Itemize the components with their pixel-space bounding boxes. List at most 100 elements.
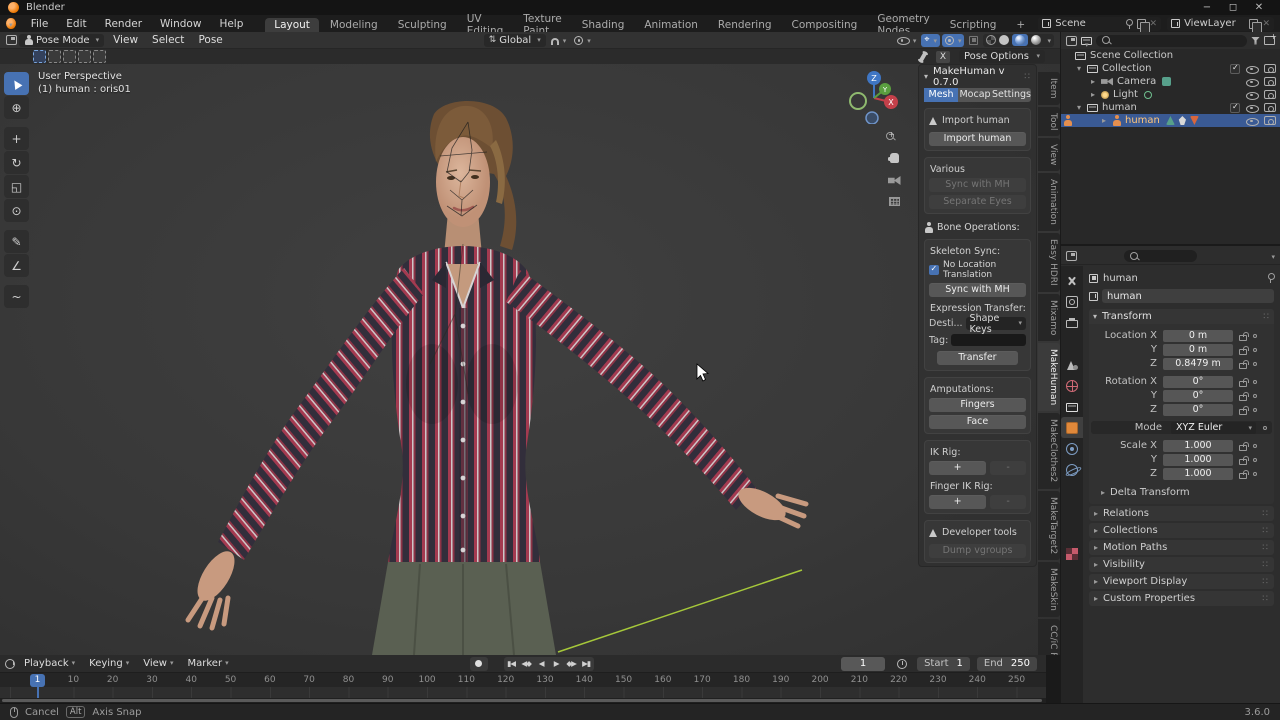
animate-dot-icon[interactable]	[1263, 425, 1267, 430]
transform-value-field[interactable]: 1.000	[1163, 439, 1233, 452]
outliner-item-label[interactable]: human	[1125, 115, 1160, 126]
properties-tab[interactable]	[1061, 270, 1083, 291]
dump-vgroups-button[interactable]: Dump vgroups	[929, 544, 1026, 558]
animate-dot-icon[interactable]	[1253, 457, 1257, 462]
tool-button[interactable]: ∠	[4, 254, 29, 277]
show-gizmo-toggle[interactable]: ⌖	[921, 33, 940, 47]
select-mode-button[interactable]	[63, 50, 76, 63]
timeline-menu-item[interactable]: Marker	[181, 658, 236, 669]
menu-item[interactable]: Render	[96, 17, 151, 31]
lock-slot[interactable]	[1237, 469, 1249, 479]
tag-input[interactable]	[951, 334, 1026, 346]
auto-keying-record-button[interactable]	[469, 656, 488, 671]
collapsed-section[interactable]: Collections ∷	[1089, 523, 1274, 538]
hide-viewport-eye-icon[interactable]	[1246, 116, 1259, 126]
viewport-canvas[interactable]	[0, 64, 1037, 655]
animate-dot-icon[interactable]	[1253, 347, 1257, 352]
lock-slot[interactable]	[1237, 405, 1249, 415]
sidebar-tab[interactable]: Easy HDRI	[1038, 233, 1060, 292]
outliner-row[interactable]: ▾ human	[1061, 101, 1280, 114]
outliner-row[interactable]: ▸ human	[1061, 114, 1280, 127]
properties-tab[interactable]	[1061, 375, 1083, 396]
collapsed-section[interactable]: Motion Paths ∷	[1089, 540, 1274, 555]
properties-tab[interactable]	[1061, 396, 1083, 417]
playhead-line[interactable]	[37, 687, 39, 698]
sync-with-mh-button-disabled[interactable]: Sync with MH	[929, 178, 1026, 192]
solid-shading-icon[interactable]	[999, 35, 1010, 45]
properties-tab[interactable]	[1061, 354, 1083, 375]
outliner-search-input[interactable]	[1115, 35, 1241, 46]
animate-dot-icon[interactable]	[1253, 407, 1257, 412]
delta-transform-section[interactable]: Delta Transform	[1101, 487, 1272, 498]
expand-icon[interactable]: ▸	[1102, 116, 1112, 125]
outliner-item-label[interactable]: human	[1102, 102, 1137, 113]
preview-range-stopwatch-icon[interactable]	[897, 658, 908, 669]
hide-viewport-eye-icon[interactable]	[1246, 90, 1259, 100]
pose-options-dropdown[interactable]: Pose Options	[959, 50, 1045, 63]
material-preview-active[interactable]	[1012, 34, 1029, 46]
xray-toggle[interactable]	[966, 34, 981, 47]
window-close-button[interactable]: ✕	[1246, 2, 1272, 13]
transfer-button[interactable]: Transfer	[937, 351, 1018, 365]
show-overlays-toggle[interactable]	[941, 33, 965, 47]
lock-slot[interactable]	[1237, 391, 1249, 401]
frame-start-field[interactable]: Start 1	[917, 656, 970, 671]
transport-button[interactable]: ▶▮	[579, 659, 594, 668]
fingers-button[interactable]: Fingers	[929, 398, 1026, 412]
sync-with-mh-button[interactable]: Sync with MH	[929, 283, 1026, 297]
tool-button[interactable]: ↻	[4, 151, 29, 174]
tool-button[interactable]: +	[4, 127, 29, 150]
lock-slot[interactable]	[1237, 377, 1249, 387]
workspace-tab[interactable]: Sculpting	[389, 18, 456, 32]
object-name-field[interactable]: human	[1102, 289, 1274, 303]
blender-menu-icon[interactable]	[6, 18, 16, 29]
transport-button[interactable]: ◆▶	[564, 659, 579, 668]
sidebar-tab[interactable]: Tool	[1038, 106, 1060, 136]
transform-value-field[interactable]: 0°	[1163, 403, 1233, 416]
sidebar-tab[interactable]: Item	[1038, 72, 1060, 105]
scene-selector[interactable]: Scene ✕	[1038, 16, 1162, 33]
expand-icon[interactable]: ▾	[1077, 103, 1087, 112]
menu-item[interactable]: Help	[210, 17, 252, 31]
select-mode-button[interactable]	[93, 50, 106, 63]
outliner-row[interactable]: ▸ Light	[1061, 88, 1280, 101]
workspace-tab[interactable]: Animation	[635, 18, 707, 32]
toggle-ortho-icon[interactable]	[884, 195, 904, 209]
sidebar-tab[interactable]: MakeTarget2	[1038, 490, 1060, 560]
remove-viewlayer-icon[interactable]: ✕	[1262, 19, 1270, 29]
workspace-tab[interactable]: Layout	[265, 17, 319, 32]
proportional-editing-toggle[interactable]	[571, 34, 594, 47]
properties-tab[interactable]	[1061, 459, 1083, 480]
transform-value-field[interactable]: 1.000	[1163, 453, 1233, 466]
sidebar-tab[interactable]: MakeHuman	[1038, 343, 1060, 412]
outliner-item-label[interactable]: Scene Collection	[1090, 50, 1173, 61]
timeline-editor-icon[interactable]	[5, 658, 15, 669]
sidebar-tab[interactable]: MakeSkin	[1038, 561, 1060, 617]
viewlayer-selector[interactable]: ViewLayer ✕	[1167, 16, 1274, 33]
collapsed-section[interactable]: Custom Properties ∷	[1089, 591, 1274, 606]
gizmo-neg-y-axis[interactable]	[849, 92, 867, 110]
tool-button[interactable]: ◱	[4, 175, 29, 198]
disable-render-camera-icon[interactable]	[1264, 103, 1276, 112]
select-mode-button[interactable]	[48, 50, 61, 63]
workspace-tab[interactable]: Rendering	[709, 18, 781, 32]
sidebar-tab[interactable]: CC/iC Pipeline	[1038, 618, 1060, 655]
animate-dot-icon[interactable]	[1253, 393, 1257, 398]
wireframe-shading-icon[interactable]	[986, 35, 997, 45]
viewport-menu-item[interactable]: Pose	[191, 34, 229, 46]
sidebar-tab[interactable]: Animation	[1038, 173, 1060, 232]
transform-value-field[interactable]: 0.8479 m	[1163, 357, 1233, 370]
workspace-tab[interactable]: Scripting	[941, 18, 1006, 32]
editor-type-icon[interactable]	[6, 35, 17, 45]
timeline-ruler[interactable]: 1 10 20 30 40 50 60 70 80 90 100 110 120 130 140 150 16…	[0, 672, 1046, 687]
animate-dot-icon[interactable]	[1253, 443, 1257, 448]
finger-ik-remove-button[interactable]: -	[990, 495, 1026, 509]
outliner-row[interactable]: ▸ Camera	[1061, 75, 1280, 88]
transform-value-field[interactable]: 0 m	[1163, 343, 1233, 356]
mh-tab[interactable]: Mocap	[958, 88, 993, 102]
workspace-tab[interactable]: +	[1007, 18, 1034, 32]
animate-dot-icon[interactable]	[1253, 379, 1257, 384]
properties-tab[interactable]	[1061, 312, 1083, 333]
viewport-menu-item[interactable]: View	[106, 34, 145, 46]
viewport-menu-item[interactable]: Select	[145, 34, 191, 46]
